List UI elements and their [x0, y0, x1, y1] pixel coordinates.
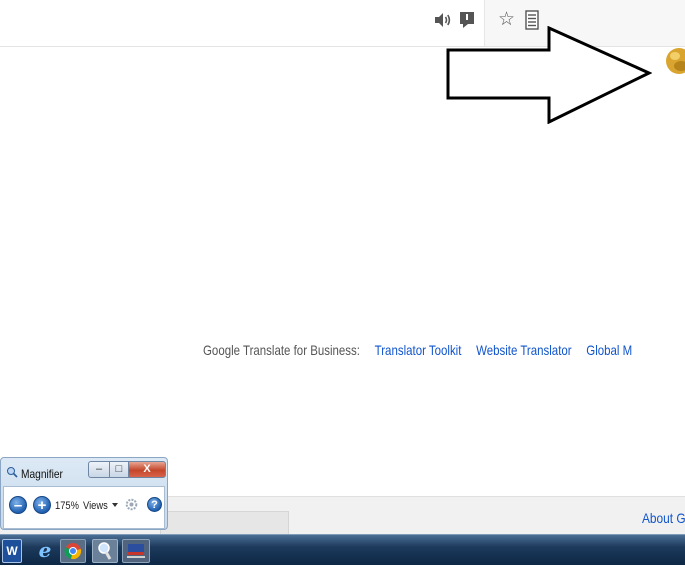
business-links: Google Translate for Business: Translato… — [203, 340, 632, 360]
views-dropdown[interactable]: Views — [83, 500, 108, 512]
right-arrow-annotation — [446, 26, 652, 124]
website-translator-link[interactable]: Website Translator — [476, 342, 572, 358]
global-market-link[interactable]: Global M — [586, 342, 632, 358]
internet-explorer-taskbar-icon[interactable]: e — [34, 539, 56, 561]
chevron-down-icon[interactable] — [112, 503, 118, 507]
magnifier-icon — [98, 542, 112, 560]
windows-taskbar: W e — [0, 534, 685, 565]
help-icon[interactable]: ? — [147, 497, 162, 512]
user-avatar[interactable] — [663, 46, 685, 80]
magnifier-controls: – + 175% Views ? — [3, 486, 165, 529]
magnifier-window: Magnifier – □ X – + 175% Views ? — [0, 457, 168, 530]
footer-tab — [160, 511, 289, 534]
zoom-out-button[interactable]: – — [9, 496, 27, 514]
zoom-level: 175% — [55, 500, 79, 512]
business-label: Google Translate for Business: — [203, 342, 360, 358]
chrome-taskbar-icon[interactable] — [60, 539, 86, 563]
magnifier-taskbar-icon[interactable] — [92, 539, 118, 563]
about-link[interactable]: About G — [642, 509, 685, 527]
magnifier-title-icon — [7, 467, 18, 478]
gear-icon[interactable] — [125, 498, 138, 511]
minimize-button[interactable]: – — [88, 461, 110, 478]
magnifier-title: Magnifier — [21, 467, 63, 481]
flag-taskbar-icon[interactable] — [122, 539, 150, 563]
chrome-icon — [64, 543, 82, 560]
flag-icon — [127, 544, 145, 558]
maximize-button[interactable]: □ — [109, 461, 129, 478]
translator-toolkit-link[interactable]: Translator Toolkit — [375, 342, 462, 358]
close-button[interactable]: X — [128, 461, 166, 478]
zoom-in-button[interactable]: + — [33, 496, 51, 514]
word-taskbar-icon[interactable]: W — [2, 539, 22, 563]
